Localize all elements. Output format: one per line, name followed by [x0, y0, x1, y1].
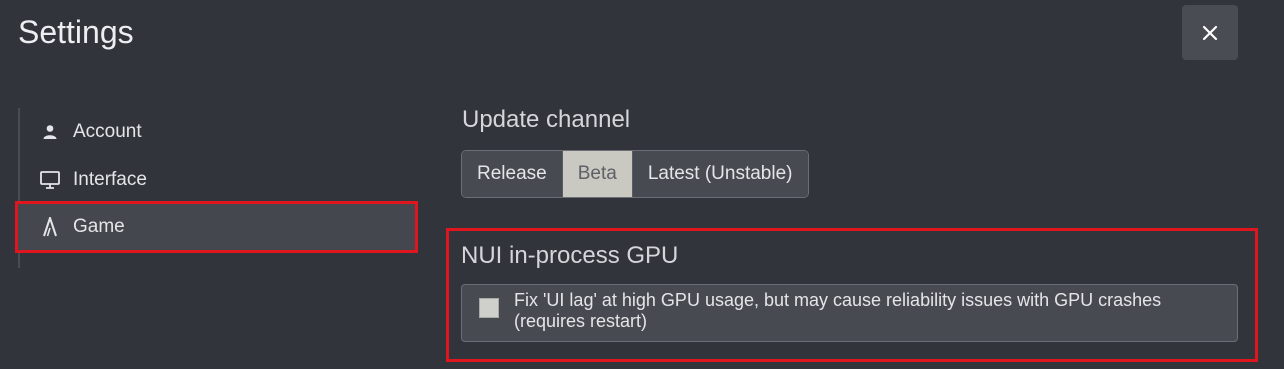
- game-logo-icon: [36, 217, 64, 237]
- page-title: Settings: [18, 14, 134, 50]
- sidebar-item-label: Account: [73, 121, 142, 142]
- monitor-icon: [36, 171, 64, 189]
- update-channel-selector: Release Beta Latest (Unstable): [461, 150, 809, 198]
- update-channel-heading: Update channel: [462, 106, 631, 133]
- close-button[interactable]: [1182, 5, 1238, 60]
- sidebar-item-game[interactable]: Game: [15, 201, 418, 253]
- channel-option-latest[interactable]: Latest (Unstable): [631, 151, 808, 197]
- user-icon: [36, 124, 64, 140]
- sidebar-item-interface[interactable]: Interface: [20, 156, 418, 204]
- close-icon: [1202, 25, 1218, 40]
- channel-option-beta[interactable]: Beta: [561, 151, 632, 197]
- sidebar-item-label: Game: [73, 216, 125, 237]
- sidebar-item-label: Interface: [73, 169, 147, 190]
- channel-option-release[interactable]: Release: [462, 151, 562, 197]
- nui-gpu-checkbox-row[interactable]: Fix 'UI lag' at high GPU usage, but may …: [461, 284, 1238, 342]
- sidebar-item-account[interactable]: Account: [20, 108, 418, 156]
- nui-gpu-checkbox[interactable]: [479, 298, 499, 318]
- sidebar: Account Interface Game: [15, 108, 420, 268]
- nui-gpu-heading: NUI in-process GPU: [461, 242, 679, 269]
- nui-gpu-checkbox-label: Fix 'UI lag' at high GPU usage, but may …: [514, 290, 1162, 331]
